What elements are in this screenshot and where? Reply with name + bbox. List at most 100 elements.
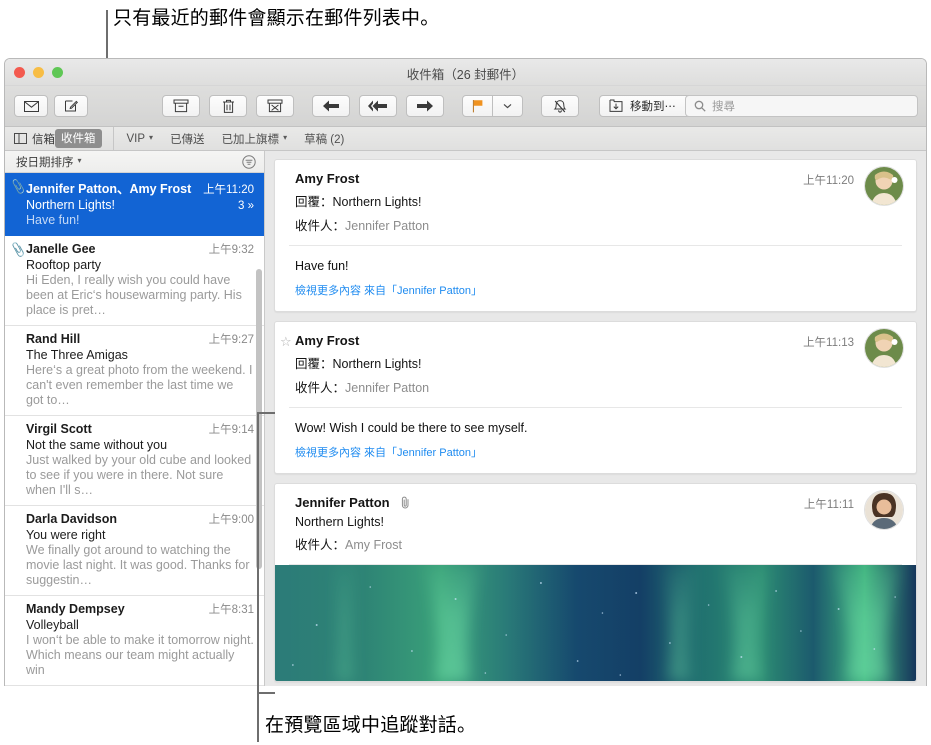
- message-subject-line: Northern Lights!: [295, 515, 902, 529]
- avatar-jennifer-patton-image: [865, 491, 903, 529]
- reply-prefix-label: 回覆：: [295, 195, 333, 209]
- favorites-active-inbox[interactable]: 收件箱: [55, 129, 102, 148]
- message-row[interactable]: Rand Hill 上午9:27 The Three Amigas Here‘s…: [5, 326, 264, 416]
- window-title: 收件箱（26 封郵件）: [406, 68, 525, 82]
- reply-icon: [323, 100, 339, 112]
- favorites-item-flagged[interactable]: 已加上旗標 ▾: [222, 131, 288, 147]
- mute-bell-icon: [553, 99, 567, 113]
- flag-button[interactable]: [462, 95, 493, 117]
- message-recipient: Amy Frost: [345, 538, 402, 552]
- flag-dropdown-button[interactable]: [493, 95, 523, 117]
- row-sender: Darla Davidson: [26, 512, 118, 526]
- row-time: 上午9:00: [208, 514, 254, 526]
- message-rows[interactable]: 📎 Jennifer Patton、Amy Frost 上午11:20 Nort…: [5, 173, 264, 686]
- favorites-item-label: VIP: [126, 132, 146, 145]
- favorites-item-vip[interactable]: VIP ▾: [127, 133, 154, 145]
- row-time: 上午9:32: [208, 244, 254, 256]
- junk-button[interactable]: [256, 95, 294, 117]
- flag-button-group[interactable]: [462, 95, 523, 117]
- forward-button[interactable]: [406, 95, 444, 117]
- compose-button[interactable]: [54, 95, 88, 117]
- favorites-bar: 信箱 收件箱 VIP ▾ 已傳送 已加上旗標 ▾ 草稿 (2): [5, 127, 926, 151]
- callout-top-label: 只有最近的郵件會顯示在郵件列表中。: [113, 8, 440, 29]
- archive-button[interactable]: [162, 95, 200, 117]
- conversation-message[interactable]: Jennifer Patton 上午11:11 Northern Lights!…: [274, 483, 917, 682]
- row-thread-count: 3 »: [238, 200, 254, 212]
- row-snippet: Have fun!: [26, 213, 80, 227]
- message-row[interactable]: 📎 Jennifer Patton、Amy Frost 上午11:20 Nort…: [5, 173, 264, 236]
- row-sender: Mandy Dempsey: [26, 602, 125, 616]
- reply-button[interactable]: [312, 95, 350, 117]
- screenshot-root: 只有最近的郵件會顯示在郵件列表中。 收件箱（26 封郵件） 移動到⋯ 搜尋 信箱…: [0, 0, 931, 745]
- row-sender: Rand Hill: [26, 332, 81, 346]
- move-to-icon: [609, 99, 623, 112]
- search-icon: [694, 100, 706, 112]
- favorites-item-sent[interactable]: 已傳送: [170, 131, 205, 147]
- row-sender: Jennifer Patton、Amy Frost: [26, 182, 192, 196]
- favorites-item-drafts[interactable]: 草稿 (2): [304, 131, 344, 147]
- message-row[interactable]: Darla Davidson 上午9:00 You were right We …: [5, 506, 264, 596]
- row-time: 上午8:31: [208, 604, 254, 616]
- avatar: [864, 490, 904, 530]
- forward-icon: [417, 100, 433, 112]
- row-snippet: We finally got around to watching the mo…: [26, 543, 250, 587]
- mute-button[interactable]: [541, 95, 579, 117]
- search-field[interactable]: 搜尋: [685, 95, 918, 117]
- move-to-label: 移動到⋯: [630, 101, 676, 113]
- envelope-icon: [23, 100, 39, 112]
- row-subject: The Three Amigas: [26, 348, 128, 362]
- attachment-icon: [401, 496, 409, 509]
- row-snippet: Just walked by your old cube and looked …: [26, 453, 252, 497]
- sort-button[interactable]: 按日期排序 ▾: [16, 154, 82, 170]
- favorites-item-label: 已加上旗標: [221, 133, 280, 146]
- mailbox-toggle[interactable]: 信箱: [14, 131, 55, 147]
- message-recipient-line: 收件人：Jennifer Patton: [295, 377, 902, 396]
- reply-all-icon: [368, 100, 387, 112]
- chevron-down-icon: ▾: [77, 156, 82, 165]
- delete-button[interactable]: [209, 95, 247, 117]
- row-subject: You were right: [26, 528, 106, 542]
- reply-prefix-label: 回覆：: [295, 357, 333, 371]
- message-list-pane: 按日期排序 ▾ 📎 Jennifer Patton、Amy Frost 上午11…: [5, 151, 265, 686]
- favorites-items: VIP ▾ 已傳送 已加上旗標 ▾ 草稿 (2): [127, 131, 345, 147]
- filter-icon[interactable]: [242, 154, 256, 169]
- get-mail-button[interactable]: [14, 95, 48, 117]
- row-time: 上午9:27: [208, 334, 254, 346]
- to-label: 收件人：: [295, 219, 346, 233]
- message-recipient: Jennifer Patton: [345, 381, 430, 395]
- message-subject: Northern Lights!: [332, 195, 422, 209]
- message-time: 上午11:13: [803, 337, 854, 349]
- message-recipient-line: 收件人：Amy Frost: [295, 534, 902, 553]
- reply-all-button[interactable]: [359, 95, 397, 117]
- sidebar-icon: [14, 133, 27, 144]
- message-row[interactable]: Virgil Scott 上午9:14 Not the same without…: [5, 416, 264, 506]
- callout-bracket-bottom-arm: [257, 692, 275, 694]
- message-sender: Amy Frost: [295, 171, 360, 186]
- archive-icon: [173, 99, 189, 113]
- aurora-northern-lights-photo: [275, 565, 916, 681]
- message-subject-line: 回覆：Northern Lights!: [295, 191, 902, 210]
- message-time: 上午11:20: [803, 175, 854, 187]
- trash-icon: [222, 99, 234, 113]
- message-row[interactable]: Mandy Dempsey 上午8:31 Volleyball I won‘t …: [5, 596, 264, 686]
- mailbox-label: 信箱: [32, 133, 55, 146]
- callout-bracket-stem: [257, 412, 259, 694]
- junk-icon: [267, 99, 283, 113]
- attachment-icon: 📎: [9, 178, 28, 196]
- conversation-message[interactable]: Amy Frost 上午11:20 回覆：Northern Lights! 收件…: [274, 159, 917, 312]
- compose-icon: [65, 100, 78, 112]
- row-sender: Janelle Gee: [26, 242, 96, 256]
- row-snippet: I won‘t be able to make it tomorrow nigh…: [26, 633, 254, 677]
- attachment-icon: 📎: [9, 241, 28, 259]
- view-more-link[interactable]: 檢視更多內容 來自「Jennifer Patton」: [295, 444, 902, 460]
- row-subject: Rooftop party: [26, 258, 102, 272]
- message-row[interactable]: 📎 Janelle Gee 上午9:32 Rooftop party Hi Ed…: [5, 236, 264, 326]
- to-label: 收件人：: [295, 538, 346, 552]
- conversation-message[interactable]: ☆ Amy Frost 上午11:13 回覆：Northern Lights! …: [274, 321, 917, 474]
- message-recipient: Jennifer Patton: [345, 219, 430, 233]
- flag-star-icon[interactable]: ☆: [280, 334, 292, 350]
- view-more-link[interactable]: 檢視更多內容 來自「Jennifer Patton」: [295, 282, 902, 298]
- message-time: 上午11:11: [803, 499, 854, 511]
- favorites-divider: [112, 127, 114, 150]
- avatar: [864, 166, 904, 206]
